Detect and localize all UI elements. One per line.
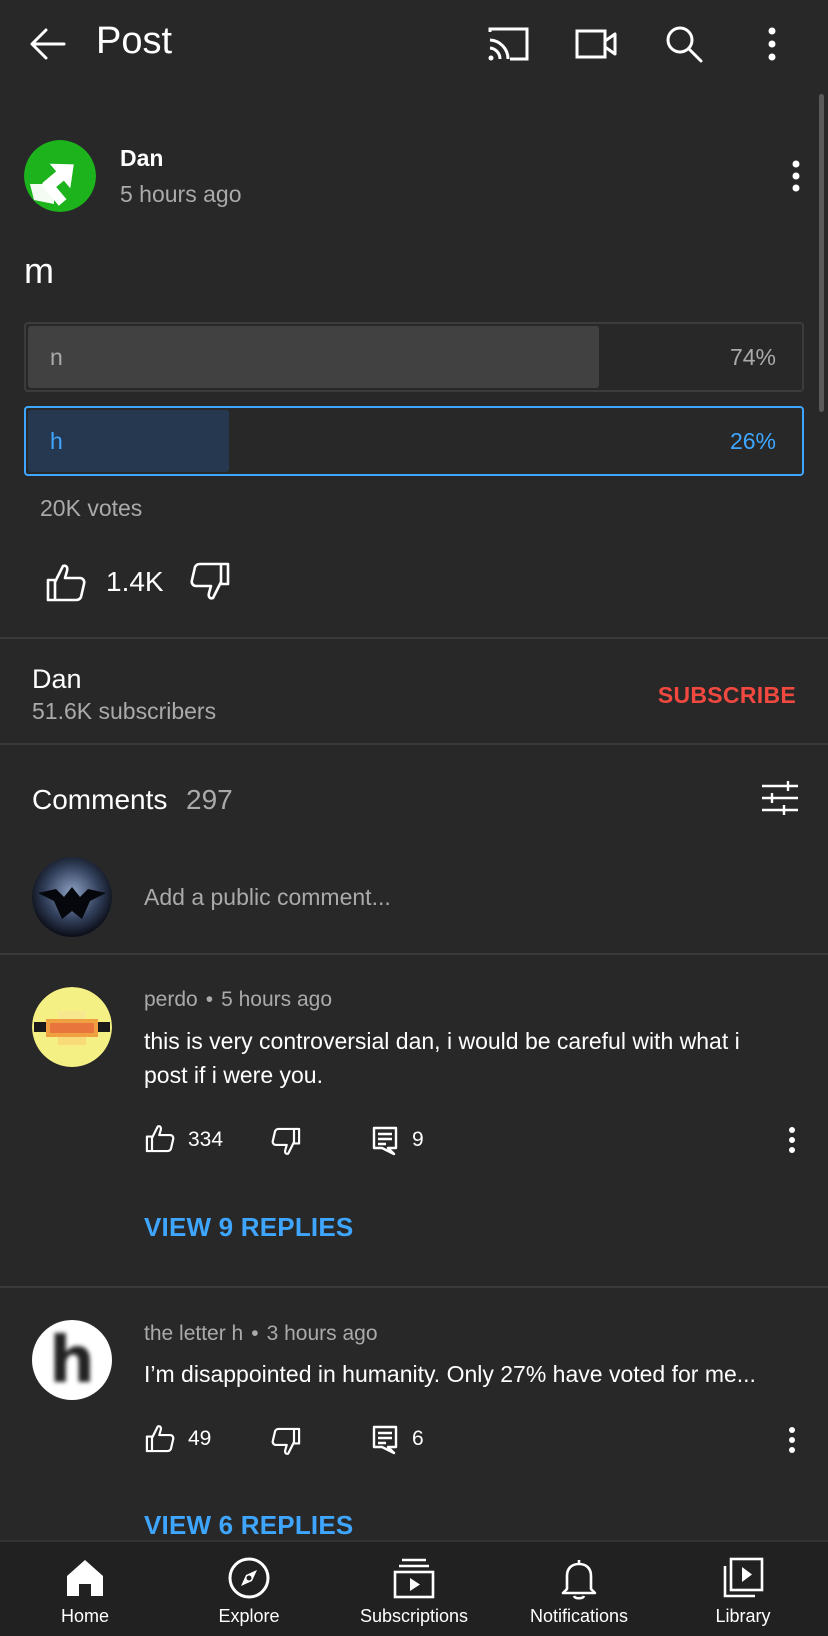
avatar-letter: h [49,1324,95,1398]
nav-label: Library [715,1606,771,1626]
thumbs-down-icon[interactable] [270,1126,304,1160]
poll-option-fill [28,326,600,388]
poll-option-label: n [50,344,63,370]
bottom-navigation: Home Explore Subscriptions Notifications… [0,1540,828,1636]
comment-like-count: 49 [188,1427,212,1450]
thumbs-up-icon[interactable] [144,1122,176,1154]
comments-title: Comments [32,784,168,815]
bell-icon [557,1556,601,1600]
channel-name[interactable]: Dan [32,664,82,695]
compass-icon [227,1556,271,1600]
nav-home[interactable]: Home [2,1542,168,1636]
post-more-icon[interactable] [778,154,814,198]
user-avatar[interactable] [32,857,112,937]
search-icon[interactable] [660,22,708,66]
comment-meta: perdo • 5 hours ago [144,988,332,1012]
thumbs-down-icon[interactable] [188,560,232,604]
comment-time: 3 hours ago [266,1322,378,1345]
comment-author[interactable]: perdo [144,988,198,1011]
poll-option-percent: 26% [729,428,776,454]
comment-time: 5 hours ago [221,988,332,1011]
divider [0,637,828,639]
commenter-avatar[interactable]: h [32,1320,112,1400]
poll-option[interactable]: n 74% [24,322,804,392]
comment-reply-count: 9 [412,1128,424,1151]
comment-text: this is very controversial dan, i would … [144,1028,740,1088]
post-like-count: 1.4K [106,566,164,597]
scrollbar[interactable] [819,94,824,412]
comment-like-count: 334 [188,1128,224,1151]
cast-icon[interactable] [484,22,532,66]
add-comment-input[interactable]: Add a public comment... [144,884,391,911]
channel-subscribers: 51.6K subscribers [32,698,217,724]
divider [0,953,828,955]
meta-separator: • [251,1322,259,1345]
sort-filter-icon[interactable] [760,778,804,822]
divider [0,1286,828,1288]
app-screen: Post Dan 5 hours ago m n 74% h 26% 20K v… [0,0,828,1636]
more-vert-icon[interactable] [748,22,796,66]
channel-avatar[interactable] [24,140,96,212]
subscriptions-icon [392,1556,436,1600]
nav-label: Notifications [529,1606,629,1626]
nav-explore[interactable]: Explore [166,1542,332,1636]
comments-count: 297 [186,784,233,815]
reply-icon[interactable] [372,1425,400,1457]
post-author[interactable]: Dan [120,145,163,172]
nav-library[interactable]: Library [660,1542,826,1636]
comment-meta: the letter h • 3 hours ago [144,1322,378,1346]
nav-label: Subscriptions [359,1606,469,1626]
nav-notifications[interactable]: Notifications [496,1542,662,1636]
divider [0,743,828,745]
page-title: Post [96,20,173,62]
poll-votes: 20K votes [40,495,143,521]
nav-label: Home [60,1606,109,1626]
back-arrow-icon[interactable] [24,22,72,66]
poll-option-percent: 74% [729,344,776,370]
top-bar: Post [0,0,828,90]
library-icon [721,1556,765,1600]
subscribe-button[interactable]: SUBSCRIBE [658,682,796,709]
comment-text: I’m disappointed in humanity. Only 27% h… [144,1361,756,1387]
comment-author[interactable]: the letter h [144,1322,243,1345]
thumbs-up-icon[interactable] [144,1422,176,1454]
comment-more-icon[interactable] [778,1422,806,1458]
thumbs-down-icon[interactable] [270,1426,304,1460]
video-camera-icon[interactable] [572,22,620,66]
home-icon [63,1556,107,1600]
thumbs-up-icon[interactable] [44,560,88,604]
commenter-avatar[interactable] [32,987,112,1067]
nav-label: Explore [218,1606,280,1626]
post-time: 5 hours ago [120,181,242,207]
reply-icon[interactable] [372,1126,400,1158]
nav-subscriptions[interactable]: Subscriptions [331,1542,497,1636]
comment-reply-count: 6 [412,1427,424,1450]
view-replies-button[interactable]: VIEW 9 REPLIES [144,1212,353,1243]
meta-separator: • [205,988,214,1011]
comment-more-icon[interactable] [778,1122,806,1158]
poll-option-label: h [50,428,63,454]
view-replies-button[interactable]: VIEW 6 REPLIES [144,1510,353,1541]
post-text: m [24,250,54,291]
poll-option-selected[interactable]: h 26% [24,406,804,476]
